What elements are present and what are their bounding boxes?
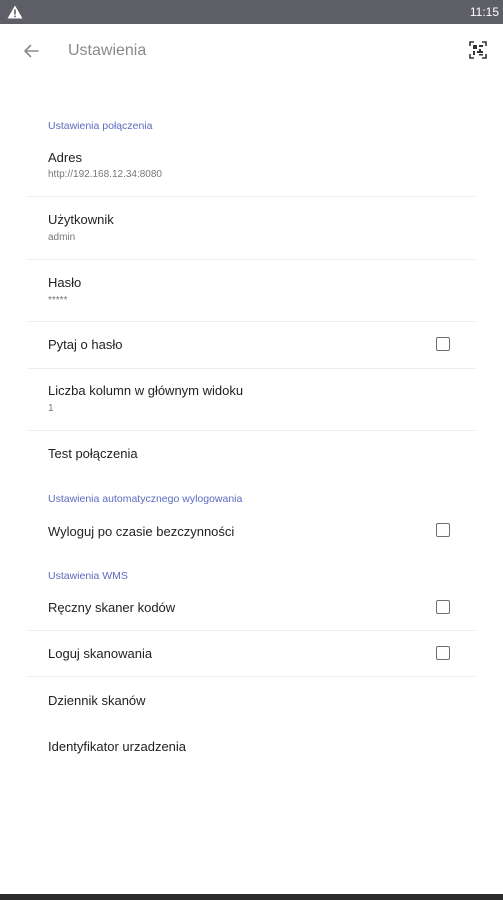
setting-log-scans-title: Loguj skanowania bbox=[48, 646, 153, 661]
setting-columns-value: 1 bbox=[48, 403, 54, 414]
setting-ask-password-title: Pytaj o hasło bbox=[48, 337, 123, 352]
setting-scan-log[interactable]: Dziennik skanów bbox=[28, 677, 475, 723]
setting-address-value: http://192.168.12.34:8080 bbox=[48, 169, 162, 180]
setting-test-connection[interactable]: Test połączenia bbox=[28, 431, 475, 477]
setting-ask-password[interactable]: Pytaj o hasło bbox=[28, 322, 475, 368]
manual-scanner-checkbox[interactable] bbox=[436, 600, 450, 614]
setting-scan-log-title: Dziennik skanów bbox=[48, 693, 146, 708]
section-header-connection: Ustawienia połączenia bbox=[48, 120, 153, 132]
section-header-autologout: Ustawienia automatycznego wylogowania bbox=[48, 493, 243, 505]
scan-icon bbox=[469, 41, 487, 59]
setting-address[interactable]: Adres http://192.168.12.34:8080 bbox=[28, 142, 475, 196]
ask-password-checkbox[interactable] bbox=[436, 337, 450, 351]
setting-password[interactable]: Hasło ***** bbox=[28, 260, 475, 321]
page-title: Ustawienia bbox=[68, 42, 147, 59]
scan-button[interactable] bbox=[467, 39, 489, 61]
section-header-wms: Ustawienia WMS bbox=[48, 570, 128, 582]
navigation-bar bbox=[0, 894, 503, 900]
setting-device-id[interactable]: Identyfikator urzadzenia bbox=[28, 723, 475, 769]
setting-columns[interactable]: Liczba kolumn w głównym widoku 1 bbox=[28, 369, 475, 430]
setting-log-scans[interactable]: Loguj skanowania bbox=[28, 631, 475, 676]
setting-password-value: ***** bbox=[48, 295, 68, 306]
setting-manual-scanner[interactable]: Ręczny skaner kodów bbox=[28, 586, 475, 630]
arrow-back-icon bbox=[24, 44, 39, 58]
setting-address-title: Adres bbox=[48, 150, 82, 165]
setting-user[interactable]: Użytkownik admin bbox=[28, 197, 475, 259]
status-bar: 11:15 bbox=[0, 0, 503, 24]
logout-idle-checkbox[interactable] bbox=[436, 523, 450, 537]
setting-password-title: Hasło bbox=[48, 275, 82, 290]
setting-columns-title: Liczba kolumn w głównym widoku bbox=[48, 383, 244, 398]
log-scans-checkbox[interactable] bbox=[436, 646, 450, 660]
app-bar: Ustawienia bbox=[0, 24, 503, 76]
setting-logout-idle[interactable]: Wyloguj po czasie bezczynności bbox=[28, 510, 475, 552]
setting-user-title: Użytkownik bbox=[48, 212, 114, 227]
setting-manual-scanner-title: Ręczny skaner kodów bbox=[48, 600, 176, 615]
status-time: 11:15 bbox=[469, 5, 499, 19]
setting-device-id-title: Identyfikator urzadzenia bbox=[48, 739, 187, 754]
back-button[interactable] bbox=[18, 38, 44, 64]
setting-logout-idle-title: Wyloguj po czasie bezczynności bbox=[48, 524, 235, 539]
setting-test-connection-title: Test połączenia bbox=[48, 446, 138, 461]
setting-user-value: admin bbox=[48, 232, 76, 243]
warning-icon bbox=[7, 5, 23, 19]
